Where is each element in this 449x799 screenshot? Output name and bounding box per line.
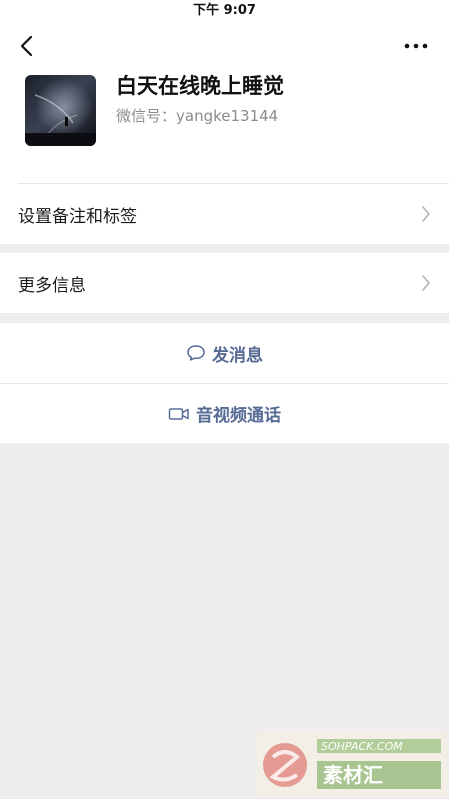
av-call-button[interactable]: 音视频通话 [0, 384, 449, 443]
more-info-row[interactable]: 更多信息 [0, 253, 449, 313]
remark-tags-row[interactable]: 设置备注和标签 [0, 184, 449, 244]
watermark-logo: SOHPACK.COM 素材汇 [257, 731, 447, 797]
more-dots-icon [404, 43, 428, 49]
video-camera-icon [168, 407, 189, 420]
av-call-label: 音视频通话 [196, 406, 281, 426]
chevron-right-icon [422, 275, 430, 291]
watermark-site: SOHPACK.COM [321, 740, 403, 753]
chevron-left-icon [20, 35, 33, 57]
send-message-button[interactable]: 发消息 [0, 323, 449, 383]
chat-bubble-icon [187, 345, 205, 361]
send-message-label: 发消息 [212, 345, 263, 366]
contact-profile-page: 下午 9:07 白天在线晚上睡觉 微信号：yangke13144 设置备注和标签… [0, 0, 449, 799]
avatar[interactable] [25, 75, 96, 146]
wechat-id: 微信号：yangke13144 [116, 107, 279, 125]
contact-nickname: 白天在线晚上睡觉 [116, 74, 284, 98]
watermark-brand: 素材汇 [323, 763, 383, 787]
back-button[interactable] [14, 32, 42, 60]
status-bar-time: 下午 9:07 [193, 3, 256, 18]
more-button[interactable] [401, 36, 431, 56]
more-info-label: 更多信息 [18, 276, 86, 296]
avatar-image [25, 75, 96, 146]
chevron-right-icon [422, 206, 430, 222]
remark-tags-label: 设置备注和标签 [18, 207, 137, 227]
